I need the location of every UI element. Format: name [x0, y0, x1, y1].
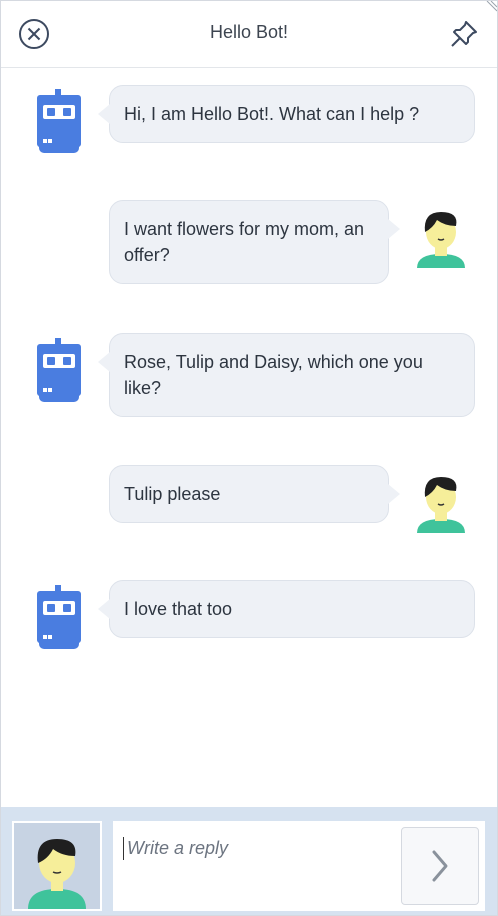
robot-icon: [37, 338, 81, 402]
message-text: I love that too: [124, 599, 233, 619]
bot-message-bubble: I love that too: [98, 580, 475, 638]
resize-grip-icon[interactable]: [483, 1, 497, 15]
person-icon: [417, 477, 465, 533]
chat-window: Hello Bot! Hi, I am Hello Bot!. What can…: [0, 0, 498, 916]
robot-icon: [37, 585, 81, 649]
person-icon: [28, 839, 86, 909]
user-avatar: [415, 208, 467, 275]
robot-icon: [37, 89, 81, 153]
reply-box: [113, 821, 485, 911]
bot-message-bubble: Hi, I am Hello Bot!. What can I help ?: [98, 85, 475, 143]
message-text: I want flowers for my mom, an offer?: [124, 219, 365, 265]
message-list[interactable]: Hi, I am Hello Bot!. What can I help ? I…: [1, 68, 497, 806]
composer-bar: [1, 807, 497, 915]
pin-icon: [451, 21, 477, 47]
bot-avatar: [37, 89, 81, 160]
user-message-bubble: I want flowers for my mom, an offer?: [109, 200, 400, 284]
chat-title: Hello Bot!: [209, 22, 289, 42]
bot-avatar: [37, 338, 81, 409]
current-user-avatar: [12, 821, 102, 911]
message-text: Tulip please: [124, 484, 221, 504]
message-text: Rose, Tulip and Daisy, which one you lik…: [124, 352, 423, 398]
user-avatar: [415, 473, 467, 540]
pin-button[interactable]: [449, 19, 479, 49]
message-text: Hi, I am Hello Bot!. What can I help ?: [124, 104, 420, 124]
chat-header: Hello Bot!: [1, 1, 497, 68]
send-button[interactable]: [401, 827, 479, 905]
user-message-bubble: Tulip please: [109, 465, 400, 523]
chevron-right-icon: [432, 850, 448, 882]
bot-message-bubble: Rose, Tulip and Daisy, which one you lik…: [98, 333, 475, 417]
person-icon: [417, 212, 465, 268]
bot-avatar: [37, 585, 81, 656]
reply-input[interactable]: [123, 837, 399, 860]
